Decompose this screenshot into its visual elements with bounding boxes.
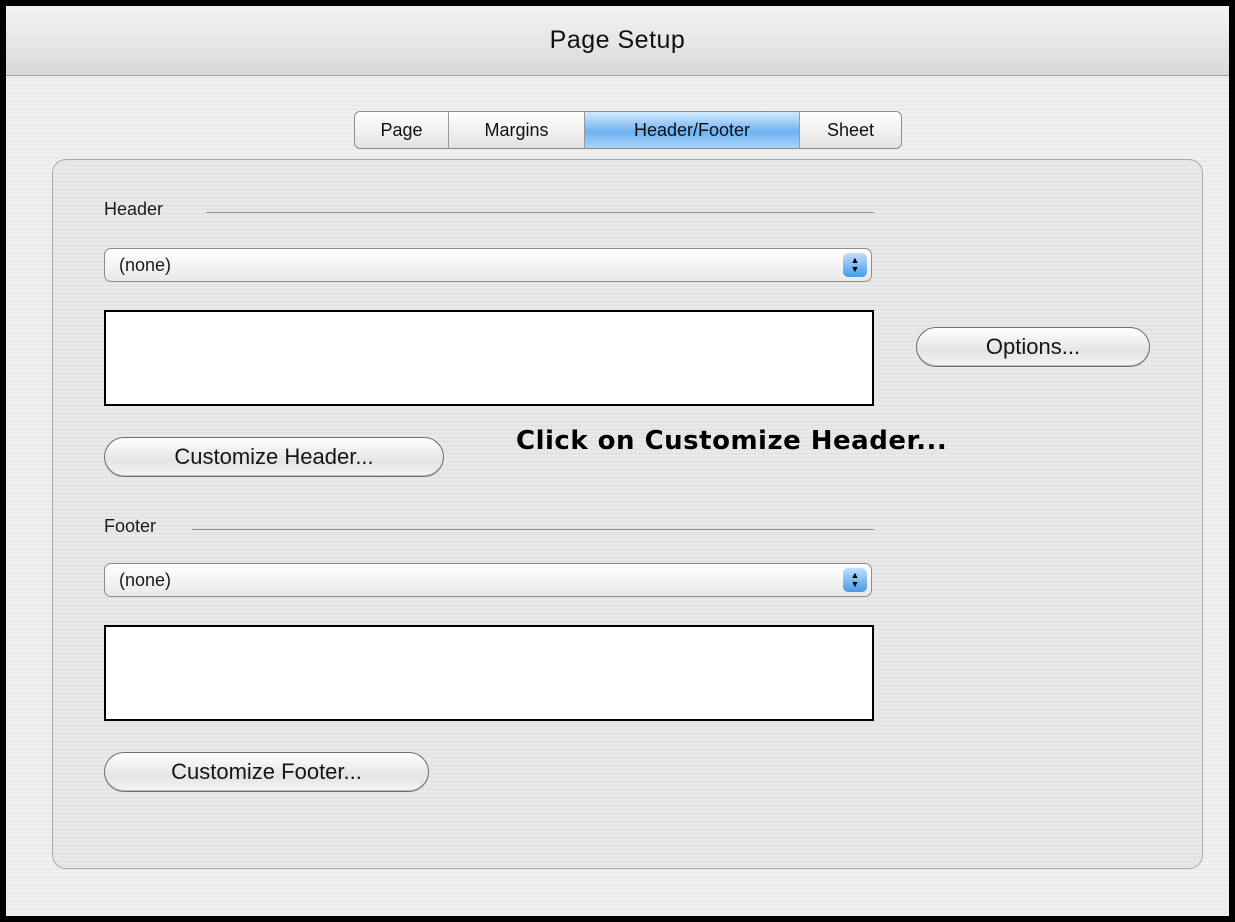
tab-sheet[interactable]: Sheet (800, 112, 901, 148)
window-title: Page Setup (549, 26, 686, 54)
updown-arrows-icon: ▲ ▼ (843, 568, 867, 592)
header-divider (206, 212, 874, 213)
tab-margins[interactable]: Margins (449, 112, 585, 148)
header-select[interactable]: (none) ▲ ▼ (104, 248, 872, 282)
updown-arrows-icon: ▲ ▼ (843, 253, 867, 277)
footer-section-label: Footer (104, 516, 157, 536)
instruction-annotation: Click on Customize Header... (516, 426, 948, 456)
footer-select[interactable]: (none) ▲ ▼ (104, 563, 872, 597)
tab-page[interactable]: Page (355, 112, 449, 148)
footer-select-value: (none) (119, 569, 172, 590)
customize-header-button[interactable]: Customize Header... (104, 437, 444, 477)
footer-divider (192, 529, 874, 530)
header-select-value: (none) (119, 254, 172, 275)
customize-footer-button[interactable]: Customize Footer... (104, 752, 429, 792)
options-button[interactable]: Options... (916, 327, 1150, 367)
tab-bar: Page Margins Header/Footer Sheet (354, 111, 902, 149)
footer-preview-box (104, 625, 874, 721)
header-preview-box (104, 310, 874, 406)
page-setup-dialog: Page Setup Page Margins Header/Footer Sh… (0, 0, 1235, 922)
tab-header-footer[interactable]: Header/Footer (585, 112, 800, 148)
header-section-label: Header (104, 199, 164, 219)
title-bar[interactable]: Page Setup (6, 6, 1229, 76)
